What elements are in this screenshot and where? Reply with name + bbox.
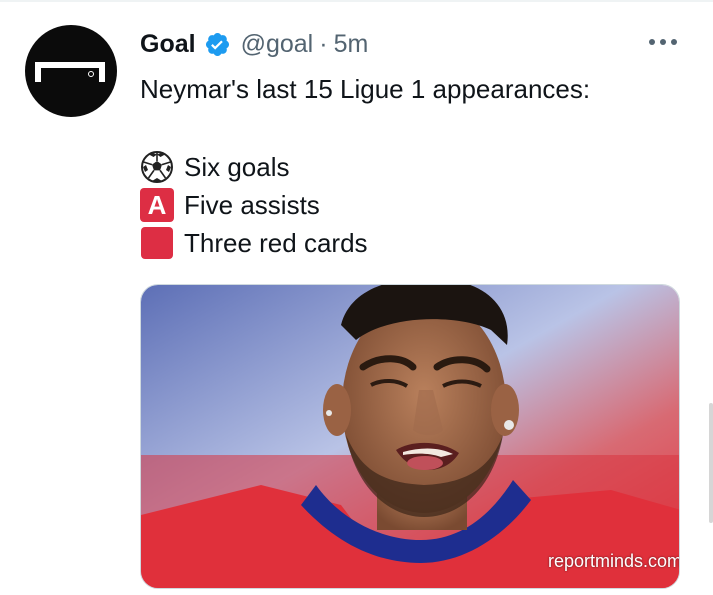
- player-photo: [141, 285, 679, 588]
- verified-badge-icon: [204, 31, 231, 58]
- list-item-label: Three red cards: [184, 227, 368, 258]
- author-name[interactable]: Goal: [140, 30, 196, 59]
- more-options-icon[interactable]: [649, 30, 677, 54]
- watermark: reportminds.com: [547, 551, 680, 571]
- tweet-text: Neymar's last 15 Ligue 1 appearances:: [140, 74, 591, 104]
- top-divider: [0, 0, 713, 2]
- avatar[interactable]: [25, 25, 117, 117]
- goal-logo-icon: [35, 62, 105, 82]
- letter-a-icon: A: [140, 188, 174, 222]
- tweet-photo[interactable]: reportminds.com: [140, 284, 680, 589]
- tweet-header: Goal @goal · 5m: [140, 28, 368, 60]
- list-item: Three red cards: [140, 224, 368, 262]
- separator-dot: ·: [319, 29, 328, 58]
- list-item: Six goals: [140, 148, 368, 186]
- tweet-stats-list: Six goals A Five assists Three red cards: [140, 148, 368, 262]
- author-handle[interactable]: @goal: [241, 30, 314, 59]
- timestamp[interactable]: 5m: [334, 30, 369, 59]
- list-item-label: Six goals: [184, 151, 290, 182]
- list-item: A Five assists: [140, 186, 368, 224]
- red-square-icon: [141, 227, 173, 259]
- scrollbar[interactable]: [709, 403, 713, 523]
- list-item-label: Five assists: [184, 189, 320, 220]
- soccer-ball-icon: [140, 150, 174, 184]
